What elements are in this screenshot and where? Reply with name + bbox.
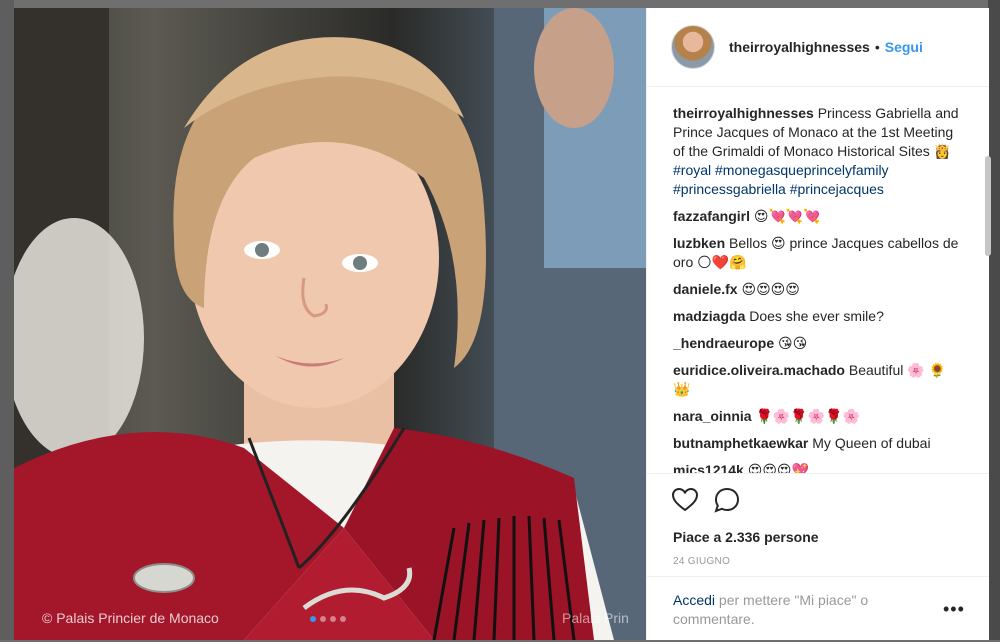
- carousel-dot[interactable]: [330, 616, 336, 622]
- header-username[interactable]: theirroyalhighnesses: [729, 39, 870, 55]
- overlay-backdrop-right: [988, 0, 1000, 640]
- comments-list[interactable]: theirroyalhighnesses Princess Gabriella …: [673, 104, 963, 474]
- post-actions: Piace a 2.336 persone 24 GIUGNO Accedi p…: [647, 473, 989, 641]
- login-text: Accedi per mettere "Mi piace" o commenta…: [673, 591, 913, 629]
- comment-username[interactable]: _hendraeurope: [673, 335, 774, 351]
- overlay-backdrop-left: [0, 0, 14, 640]
- photo-watermark-left: © Palais Princier de Monaco: [42, 610, 219, 626]
- comment-text: 😍💘💘💘: [753, 208, 821, 224]
- comment-username[interactable]: fazzafangirl: [673, 208, 750, 224]
- carousel-dot[interactable]: [340, 616, 346, 622]
- comment-username[interactable]: madziagda: [673, 308, 745, 324]
- comments-scrollbar[interactable]: [985, 156, 991, 256]
- carousel-dot[interactable]: [320, 616, 326, 622]
- comment-item: fazzafangirl 😍💘💘💘: [673, 207, 963, 226]
- ellipsis-icon[interactable]: •••: [943, 599, 965, 620]
- caption-username[interactable]: theirroyalhighnesses: [673, 105, 814, 121]
- comment-username[interactable]: euridice.oliveira.machado: [673, 362, 845, 378]
- comment-item: euridice.oliveira.machado Beautiful 🌸 🌻👑: [673, 361, 963, 399]
- comment-item: madziagda Does she ever smile?: [673, 307, 963, 326]
- comment-item: daniele.fx 😍😍😍😍: [673, 280, 963, 299]
- comment-text: 😘😘: [778, 335, 808, 351]
- post-date: 24 GIUGNO: [673, 556, 731, 567]
- speech-bubble-icon[interactable]: [713, 486, 741, 514]
- comment-text: My Queen of dubai: [812, 435, 931, 451]
- comment-username[interactable]: daniele.fx: [673, 281, 738, 297]
- comment-username[interactable]: luzbken: [673, 235, 725, 251]
- comment-username[interactable]: butnamphetkaewkar: [673, 435, 808, 451]
- heart-outline-icon[interactable]: [671, 486, 699, 514]
- login-link[interactable]: Accedi: [673, 592, 715, 608]
- caption-hashtags[interactable]: #royal #monegasqueprincelyfamily #prince…: [673, 162, 889, 197]
- post-header: theirroyalhighnesses • Segui: [647, 8, 989, 87]
- carousel-dot[interactable]: [310, 616, 316, 622]
- photo-watermark-right: Palais Prin: [562, 610, 629, 626]
- carousel-indicator: [310, 616, 346, 622]
- comment-username[interactable]: nara_oinnia: [673, 408, 752, 424]
- likes-count[interactable]: Piace a 2.336 persone: [673, 529, 819, 545]
- comment-item: _hendraeurope 😘😘: [673, 334, 963, 353]
- post-photo[interactable]: © Palais Princier de Monaco Palais Prin: [14, 8, 646, 640]
- caption: theirroyalhighnesses Princess Gabriella …: [673, 104, 963, 199]
- comment-item: nara_oinnia 🌹🌸🌹🌸🌹🌸: [673, 407, 963, 426]
- comment-item: luzbken Bellos 😍 prince Jacques cabellos…: [673, 234, 963, 272]
- follow-button[interactable]: Segui: [885, 39, 923, 55]
- comment-text: 🌹🌸🌹🌸🌹🌸: [755, 408, 861, 424]
- comment-text: Does she ever smile?: [749, 308, 884, 324]
- login-prompt: Accedi per mettere "Mi piace" o commenta…: [647, 576, 989, 642]
- avatar[interactable]: [671, 25, 715, 69]
- photo-illustration: [14, 8, 646, 640]
- comment-item: butnamphetkaewkar My Queen of dubai: [673, 434, 963, 453]
- header-separator: •: [874, 39, 880, 55]
- comment-text: 😍😍😍😍: [741, 281, 800, 297]
- post-sidebar: theirroyalhighnesses • Segui theirroyalh…: [646, 8, 991, 641]
